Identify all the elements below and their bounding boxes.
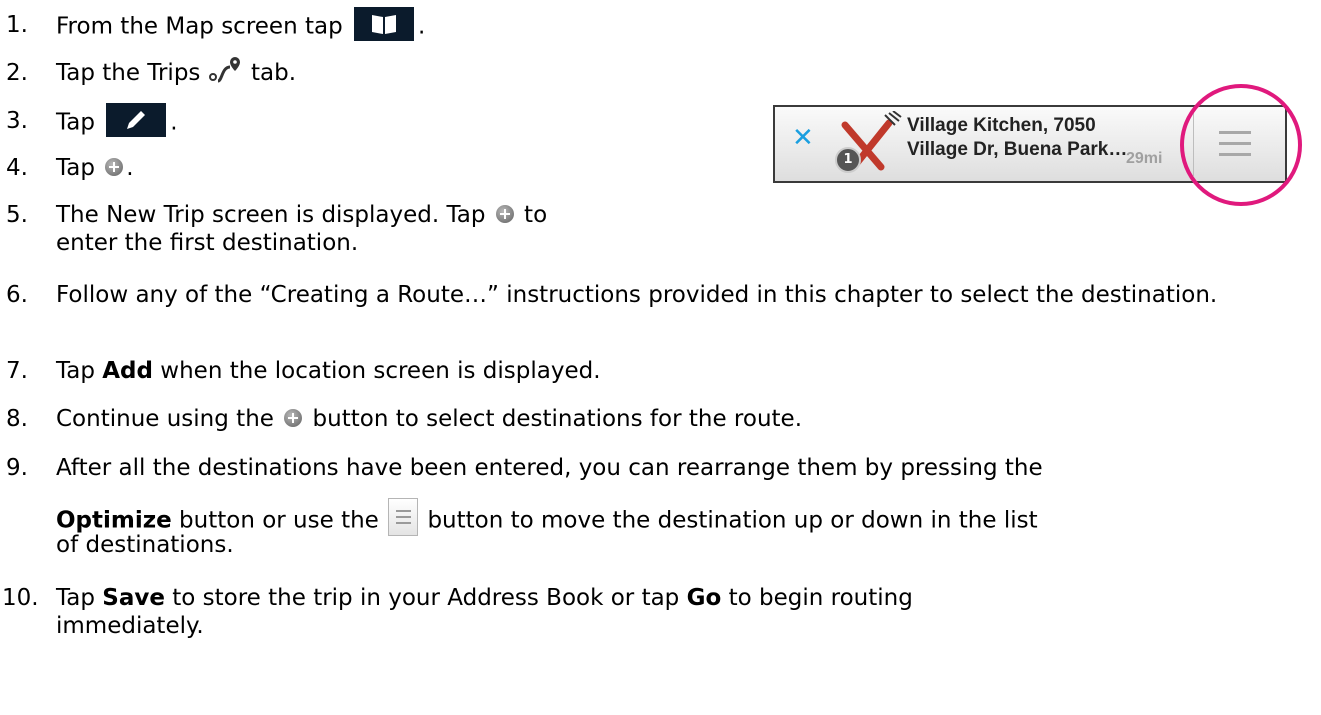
trips-route-icon: [208, 56, 240, 82]
edit-button[interactable]: [106, 103, 167, 137]
save-label: Save: [102, 585, 165, 611]
step-number: 1.: [6, 12, 28, 38]
go-label: Go: [686, 585, 722, 611]
stop-number-badge: 1: [835, 147, 861, 173]
highlight-circle: [1180, 84, 1302, 206]
add-label: Add: [102, 358, 153, 384]
destination-line-2: Village Dr, Buena Park…: [907, 139, 1128, 160]
add-circle-icon[interactable]: [495, 204, 514, 223]
add-circle-icon[interactable]: [105, 157, 124, 176]
pencil-icon: [127, 111, 146, 129]
add-circle-icon[interactable]: [284, 408, 303, 427]
destination-line-1: Village Kitchen, 7050: [907, 115, 1096, 136]
book-icon: [372, 15, 396, 34]
reorder-menu-icon[interactable]: [388, 498, 419, 536]
book-button[interactable]: [354, 7, 414, 41]
distance-label: 29mi: [1126, 150, 1163, 167]
close-icon[interactable]: ✕: [792, 123, 814, 153]
